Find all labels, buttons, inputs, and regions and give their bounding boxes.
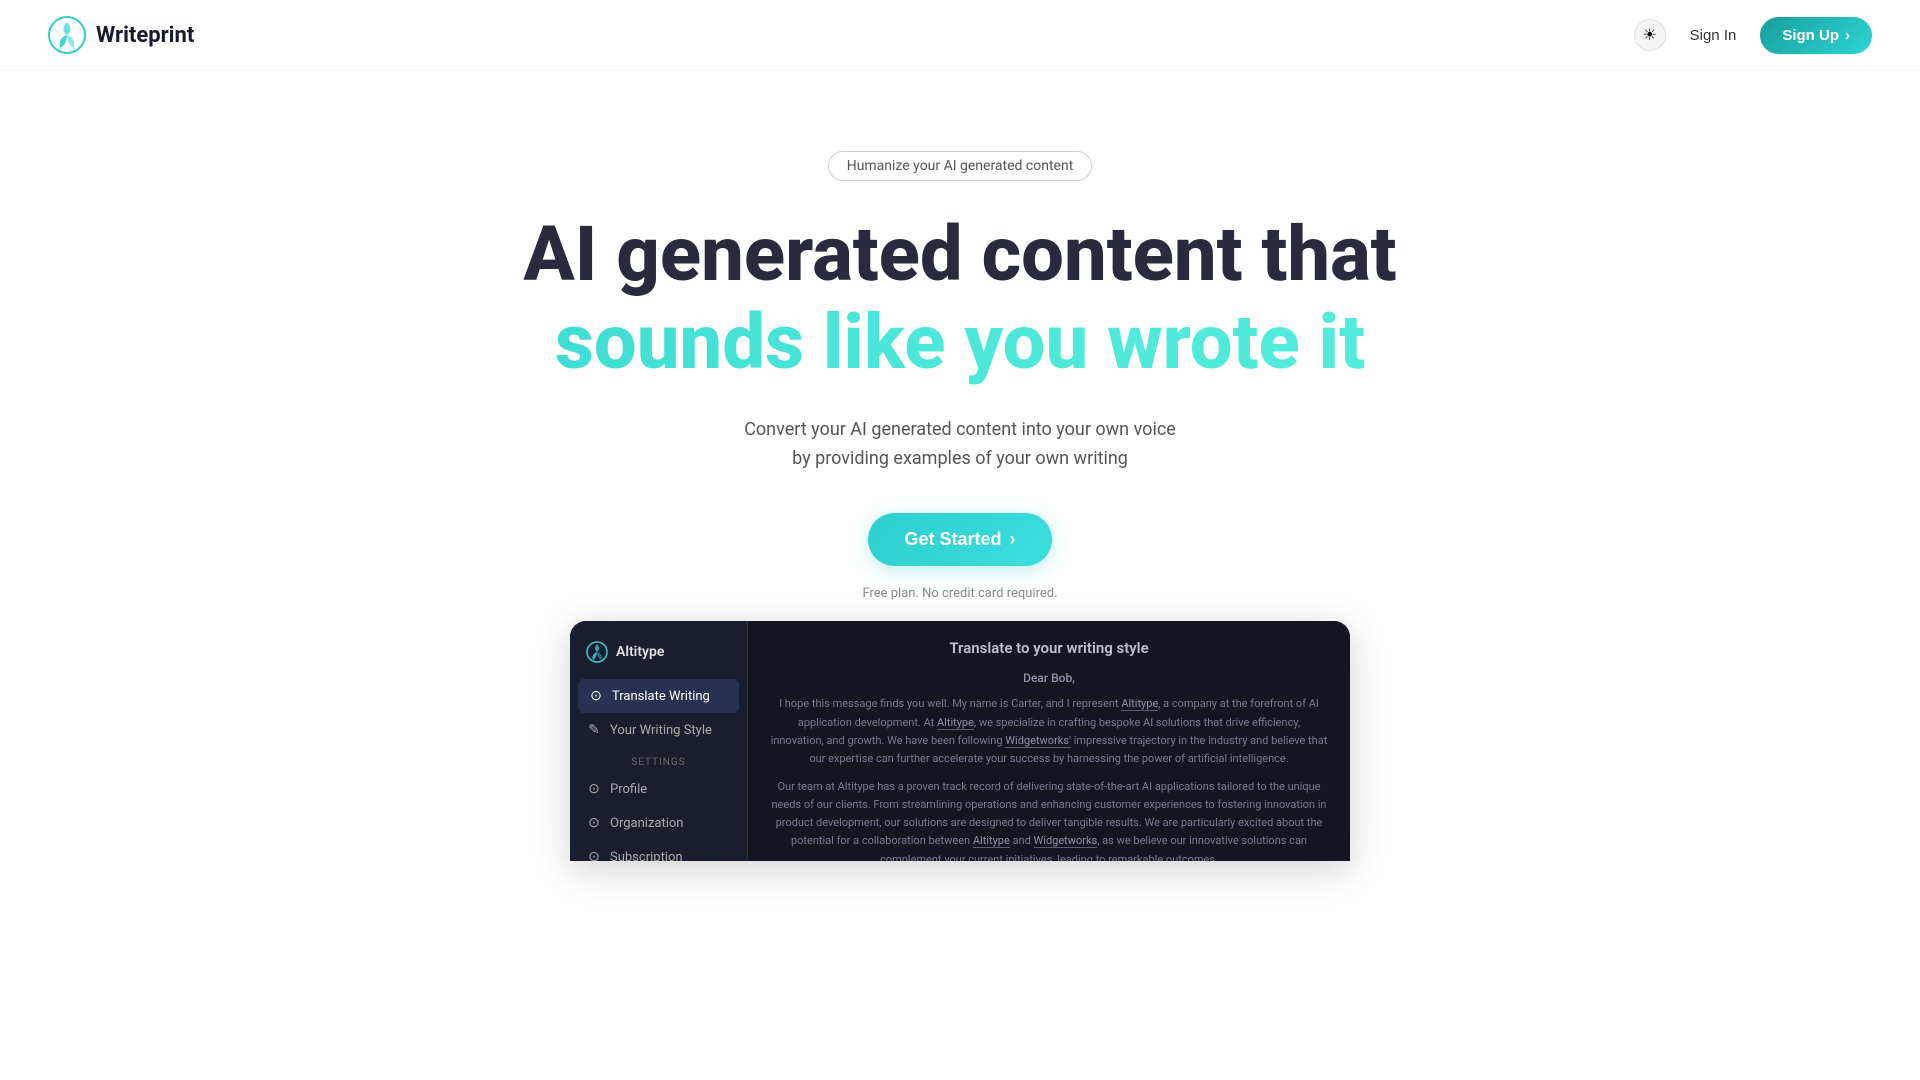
sidebar-brand: Altitype	[616, 644, 664, 660]
subscription-icon: ⊙	[586, 849, 602, 861]
profile-icon: ⊙	[586, 781, 602, 797]
hero-section: Humanize your AI generated content AI ge…	[0, 71, 1920, 921]
sidebar-organization-label: Organization	[610, 816, 683, 831]
sign-in-button[interactable]: Sign In	[1690, 27, 1737, 44]
sidebar-translate-label: Translate Writing	[612, 689, 710, 704]
altitype-highlight-3: Altitype	[973, 834, 1010, 848]
hero-subtitle-line1: Convert your AI generated content into y…	[744, 419, 1176, 440]
sign-up-button[interactable]: Sign Up ›	[1760, 17, 1872, 54]
theme-toggle-button[interactable]: ☀	[1634, 19, 1666, 51]
email-paragraph-2: Our team at Altitype has a proven track …	[770, 778, 1328, 861]
writing-style-icon: ✎	[586, 722, 602, 738]
sun-icon: ☀	[1642, 25, 1656, 45]
email-paragraph-1: I hope this message finds you well. My n…	[770, 695, 1328, 768]
widgetworks-highlight-2: Widgetworks	[1034, 834, 1098, 848]
sidebar-logo-row: Altitype	[570, 637, 747, 679]
get-started-label: Get Started	[904, 529, 1001, 550]
hero-title-line1: AI generated content that	[40, 213, 1880, 297]
hero-subtitle: Convert your AI generated content into y…	[40, 416, 1880, 474]
email-greeting: Dear Bob,	[770, 671, 1328, 685]
cta-arrow-icon: ›	[1010, 529, 1016, 550]
sidebar-item-subscription[interactable]: ⊙ Subscription	[570, 840, 747, 861]
logo-icon	[48, 16, 86, 54]
sidebar-item-translate-writing[interactable]: ⊙ Translate Writing	[578, 679, 739, 713]
altitype-highlight-2: Altitype	[937, 716, 974, 730]
settings-section-label: SETTINGS	[570, 747, 747, 772]
nav-right: ☀ Sign In Sign Up ›	[1634, 17, 1872, 54]
hero-badge: Humanize your AI generated content	[828, 151, 1093, 181]
get-started-button[interactable]: Get Started ›	[868, 513, 1051, 566]
sidebar-item-your-writing-style[interactable]: ✎ Your Writing Style	[570, 713, 747, 747]
organization-icon: ⊙	[586, 815, 602, 831]
app-preview: Altitype ⊙ Translate Writing ✎ Your Writ…	[570, 621, 1350, 861]
content-header: Translate to your writing style	[770, 639, 1328, 657]
arrow-icon: ›	[1845, 27, 1850, 44]
sidebar-writing-style-label: Your Writing Style	[610, 723, 712, 738]
sidebar-item-profile[interactable]: ⊙ Profile	[570, 772, 747, 806]
navbar: Writeprint ☀ Sign In Sign Up ›	[0, 0, 1920, 71]
preview-content: Translate to your writing style Dear Bob…	[748, 621, 1350, 861]
free-plan-note: Free plan. No credit card required.	[40, 586, 1880, 601]
email-body: I hope this message finds you well. My n…	[770, 695, 1328, 861]
translate-icon: ⊙	[588, 688, 604, 704]
hero-title-line2: sounds like you wrote it	[40, 297, 1880, 388]
sidebar-profile-label: Profile	[610, 782, 647, 797]
cta-area: Get Started › Free plan. No credit card …	[40, 513, 1880, 601]
preview-sidebar: Altitype ⊙ Translate Writing ✎ Your Writ…	[570, 621, 748, 861]
widgetworks-highlight-1: Widgetworks'	[1005, 734, 1071, 748]
sidebar-subscription-label: Subscription	[610, 850, 683, 862]
sign-up-label: Sign Up	[1782, 27, 1839, 44]
sidebar-item-organization[interactable]: ⊙ Organization	[570, 806, 747, 840]
logo-text: Writeprint	[96, 23, 194, 48]
sidebar-logo-icon	[586, 641, 608, 663]
logo-area: Writeprint	[48, 16, 194, 54]
hero-subtitle-line2: by providing examples of your own writin…	[792, 448, 1128, 469]
altitype-highlight-1: Altitype	[1121, 697, 1158, 711]
